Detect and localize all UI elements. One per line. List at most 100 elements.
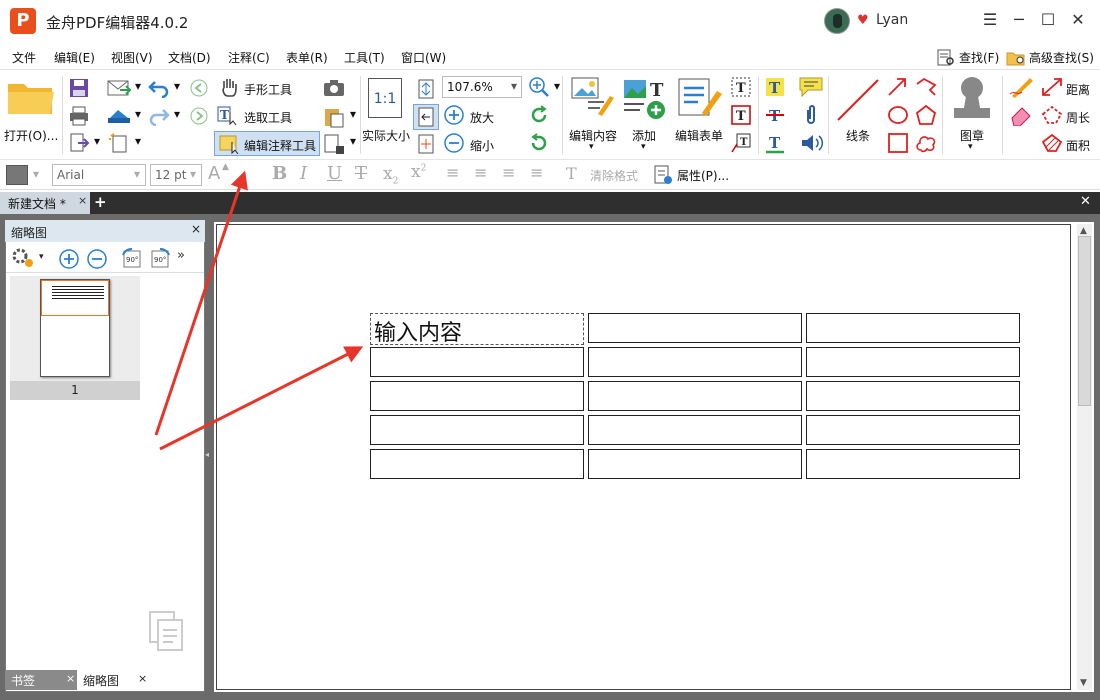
- export-icon[interactable]: [68, 133, 90, 153]
- callout-icon[interactable]: T: [730, 132, 752, 154]
- actual-size-label[interactable]: 实际大小: [362, 127, 410, 144]
- rotate-cw-icon[interactable]: [528, 132, 550, 154]
- color-dropdown-icon[interactable]: ▾: [33, 167, 39, 181]
- zoom-in-label[interactable]: 放大: [470, 109, 494, 126]
- zoom-input[interactable]: 107.6%: [442, 76, 522, 98]
- zoom-in-icon[interactable]: [443, 104, 465, 126]
- email-dropdown-icon[interactable]: ▾: [135, 79, 141, 93]
- menu-comment[interactable]: 注释(C): [228, 49, 270, 66]
- perimeter-icon[interactable]: [1040, 104, 1064, 126]
- new-doc-dropdown-icon[interactable]: ▾: [135, 134, 141, 148]
- increase-font-icon[interactable]: A: [208, 163, 220, 184]
- table-cell[interactable]: [806, 415, 1020, 445]
- advanced-find-button[interactable]: 高级查找(S): [1006, 49, 1094, 67]
- distance-label[interactable]: 距离: [1066, 81, 1090, 98]
- redo-icon[interactable]: [148, 106, 170, 126]
- table-cell[interactable]: [370, 449, 584, 479]
- add-content-icon[interactable]: T: [622, 76, 668, 120]
- table-cell[interactable]: [806, 347, 1020, 377]
- typewriter-icon[interactable]: T: [764, 76, 786, 98]
- perimeter-label[interactable]: 周长: [1066, 109, 1090, 126]
- email-icon[interactable]: [106, 78, 132, 98]
- maximize-button[interactable]: ☐: [1037, 9, 1059, 31]
- print-icon[interactable]: [68, 106, 90, 126]
- table-cell[interactable]: [370, 415, 584, 445]
- minimize-button[interactable]: ─: [1008, 9, 1030, 31]
- table-cell[interactable]: [588, 415, 802, 445]
- pencil-icon[interactable]: [1008, 76, 1034, 98]
- properties-label[interactable]: 属性(P)...: [677, 167, 729, 184]
- edit-form-icon[interactable]: [676, 76, 724, 120]
- menu-file[interactable]: 文件: [12, 49, 36, 66]
- camera-icon[interactable]: [322, 78, 346, 98]
- thumb-zoom-in-icon[interactable]: [58, 248, 80, 270]
- find-button[interactable]: 查找(F): [936, 49, 999, 67]
- menu-form[interactable]: 表单(R): [286, 49, 328, 66]
- menu-view[interactable]: 视图(V): [111, 49, 153, 66]
- arrow-tool-icon[interactable]: [886, 76, 910, 98]
- fit-visible-icon[interactable]: [415, 133, 437, 155]
- hand-tool-icon[interactable]: [218, 76, 240, 98]
- scroll-up-icon[interactable]: ▲: [1080, 226, 1087, 236]
- text-box-icon[interactable]: T: [730, 104, 752, 126]
- properties-icon[interactable]: [652, 164, 674, 186]
- undo-dropdown-icon[interactable]: ▾: [174, 79, 180, 93]
- select-tool-label[interactable]: 选取工具: [244, 109, 292, 126]
- collapse-panel-icon[interactable]: ◂: [205, 450, 209, 459]
- line-label[interactable]: 线条: [846, 127, 870, 144]
- italic-icon[interactable]: I: [300, 163, 307, 184]
- more-tools-icon[interactable]: »: [177, 248, 185, 263]
- area-icon[interactable]: [1040, 132, 1064, 154]
- edit-content-dropdown-icon[interactable]: ▾: [589, 142, 594, 152]
- redo-dropdown-icon[interactable]: ▾: [174, 107, 180, 121]
- subscript-icon[interactable]: x2: [383, 164, 398, 186]
- underline-format-icon[interactable]: U: [327, 163, 342, 184]
- table-cell[interactable]: [370, 347, 584, 377]
- stamp-icon[interactable]: [948, 74, 996, 124]
- line-tool-icon[interactable]: [834, 76, 882, 124]
- edit-form-label[interactable]: 编辑表单: [675, 127, 723, 144]
- table-cell[interactable]: [588, 381, 802, 411]
- hand-tool-label[interactable]: 手形工具: [244, 81, 292, 98]
- menu-document[interactable]: 文档(D): [168, 49, 211, 66]
- panel-close-icon[interactable]: ×: [191, 222, 201, 236]
- close-button[interactable]: ✕: [1067, 9, 1089, 31]
- table-cell[interactable]: [370, 381, 584, 411]
- align-center-icon[interactable]: ≡: [474, 163, 487, 182]
- zoom-out-label[interactable]: 缩小: [470, 137, 494, 154]
- save-icon[interactable]: [68, 78, 90, 98]
- menu-tools[interactable]: 工具(T): [344, 49, 385, 66]
- table-cell[interactable]: [806, 313, 1020, 343]
- forward-icon[interactable]: [188, 106, 210, 126]
- table-cell[interactable]: [806, 381, 1020, 411]
- menu-window[interactable]: 窗口(W): [401, 49, 446, 66]
- font-dropdown-icon[interactable]: ▾: [134, 167, 140, 181]
- edit-content-icon[interactable]: [570, 76, 616, 120]
- underline-icon[interactable]: T: [764, 132, 786, 154]
- scrollbar-thumb[interactable]: [1078, 236, 1091, 406]
- rotate-ccw-icon[interactable]: [528, 104, 550, 126]
- undo-icon[interactable]: [148, 78, 170, 98]
- back-icon[interactable]: [188, 78, 210, 98]
- menu-edit[interactable]: 编辑(E): [54, 49, 95, 66]
- note-icon[interactable]: [798, 76, 824, 98]
- table-cell-editing[interactable]: 输入内容: [370, 313, 584, 346]
- color-swatch[interactable]: [6, 165, 28, 185]
- area-label[interactable]: 面积: [1066, 137, 1090, 154]
- strikeout-icon[interactable]: T: [764, 104, 786, 126]
- rotate-left-90-icon[interactable]: 90°: [120, 247, 144, 271]
- hamburger-menu-icon[interactable]: ☰: [979, 9, 1001, 31]
- distance-icon[interactable]: [1040, 76, 1064, 98]
- fit-page-icon[interactable]: [415, 78, 437, 100]
- tab-bookmarks-close-icon[interactable]: ×: [66, 672, 75, 685]
- gear-icon[interactable]: [10, 246, 36, 270]
- eraser-icon[interactable]: [1008, 104, 1034, 126]
- align-left-icon[interactable]: ≡: [446, 163, 459, 182]
- zoom-dropdown-icon[interactable]: ▾: [511, 79, 517, 93]
- rectangle-icon[interactable]: [886, 132, 910, 154]
- user-name[interactable]: Lyan: [876, 12, 908, 28]
- add-dropdown-icon[interactable]: ▾: [641, 142, 646, 152]
- stamp-dropdown-icon[interactable]: ▾: [968, 142, 973, 152]
- text-field-icon[interactable]: T: [730, 76, 752, 98]
- zoom-out-icon[interactable]: [443, 132, 465, 154]
